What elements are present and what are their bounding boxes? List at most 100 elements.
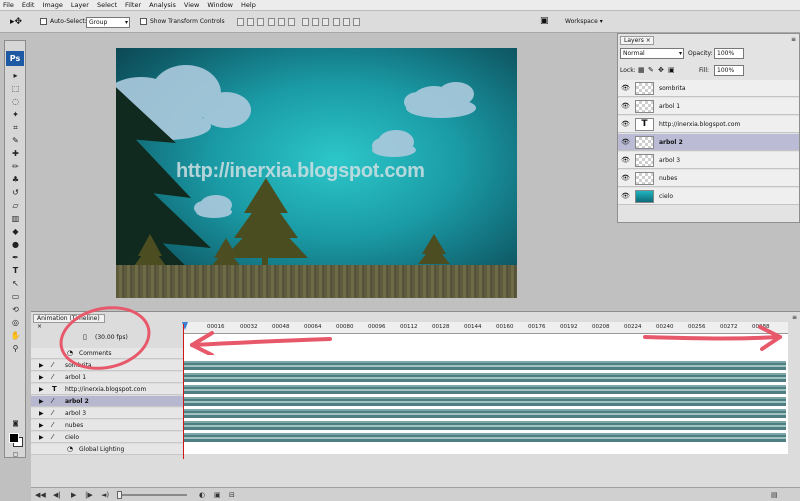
workspace-button[interactable]: Workspace ▾ <box>565 18 603 25</box>
color-swatches[interactable] <box>9 433 23 447</box>
distribute-right-icon[interactable] <box>353 18 360 26</box>
shape-tool-icon[interactable]: ▭ <box>10 292 21 301</box>
expand-arrow-icon[interactable]: ▶ <box>39 386 44 393</box>
eye-icon[interactable]: 👁 <box>621 102 630 110</box>
zoom-slider-thumb[interactable] <box>117 491 122 499</box>
hand-tool-icon[interactable]: ✋ <box>10 331 21 340</box>
brush-tool-icon[interactable]: ✏ <box>10 162 21 171</box>
timeline-layer-row[interactable]: ▶ ⁄ arbol 1 <box>31 372 183 383</box>
distribute-top-icon[interactable] <box>302 18 309 26</box>
menu-select[interactable]: Select <box>97 1 117 9</box>
first-frame-icon[interactable]: ◀◀ <box>35 491 46 499</box>
3d-rotate-tool-icon[interactable]: ⟲ <box>10 305 21 314</box>
auto-select-checkbox[interactable] <box>40 18 47 25</box>
blur-tool-icon[interactable]: ◆ <box>10 227 21 236</box>
show-transform-checkbox[interactable] <box>140 18 147 25</box>
timeline-layer-row-selected[interactable]: ▶ ⁄ arbol 2 <box>31 396 183 407</box>
expand-arrow-icon[interactable]: ▶ <box>39 398 44 405</box>
align-left-icon[interactable] <box>268 18 275 26</box>
distribute-bottom-icon[interactable] <box>322 18 329 26</box>
clone-stamp-tool-icon[interactable]: ♣ <box>10 175 21 184</box>
eye-icon[interactable]: 👁 <box>621 156 630 164</box>
distribute-hcenter-icon[interactable] <box>343 18 350 26</box>
screen-mode-icon[interactable]: ▢ <box>10 450 21 459</box>
expand-arrow-icon[interactable]: ▶ <box>39 410 44 417</box>
lock-position-icon[interactable]: ✥ <box>658 66 664 74</box>
expand-arrow-icon[interactable]: ▶ <box>39 374 44 381</box>
eraser-tool-icon[interactable]: ▱ <box>10 201 21 210</box>
timeline-layer-row[interactable]: ▶ ⁄ arbol 3 <box>31 408 183 419</box>
align-right-icon[interactable] <box>288 18 295 26</box>
timeline-layer-row[interactable]: ▶ T http://inerxia.blogspot.com <box>31 384 183 395</box>
layer-duration-bar[interactable] <box>183 433 786 442</box>
eye-icon[interactable]: 👁 <box>621 174 630 182</box>
stopwatch-icon[interactable]: ◔ <box>67 445 73 453</box>
magic-wand-tool-icon[interactable]: ✦ <box>10 110 21 119</box>
layer-row[interactable]: 👁 arbol 3 <box>618 152 799 169</box>
menu-filter[interactable]: Filter <box>125 1 141 9</box>
expand-arrow-icon[interactable]: ▶ <box>39 434 44 441</box>
next-frame-icon[interactable]: |▶ <box>85 491 93 499</box>
path-selection-tool-icon[interactable]: ↖ <box>10 279 21 288</box>
layer-row[interactable]: 👁 nubes <box>618 170 799 187</box>
move-tool-preset-icon[interactable]: ▸✥ <box>10 17 24 27</box>
blend-mode-dropdown[interactable]: Normal ▾ <box>620 48 684 59</box>
menu-layer[interactable]: Layer <box>71 1 89 9</box>
expand-arrow-icon[interactable]: ▶ <box>39 422 44 429</box>
panel-menu-icon[interactable]: ≡ <box>792 314 797 321</box>
timeline-layer-row[interactable]: ▶ ⁄ cielo <box>31 432 183 443</box>
layer-duration-bar[interactable] <box>183 385 786 394</box>
zoom-slider-track[interactable] <box>117 494 187 496</box>
opacity-input[interactable]: 100% <box>714 48 744 59</box>
previous-frame-icon[interactable]: ◀| <box>53 491 61 499</box>
eye-icon[interactable]: 👁 <box>621 192 630 200</box>
eye-icon[interactable]: 👁 <box>621 120 630 128</box>
layer-duration-bar[interactable] <box>183 421 786 430</box>
lock-all-icon[interactable]: ▣ <box>668 66 675 74</box>
eyedropper-tool-icon[interactable]: ✎ <box>10 136 21 145</box>
foreground-color-swatch[interactable] <box>9 433 19 443</box>
layer-row[interactable]: 👁 arbol 1 <box>618 98 799 115</box>
layer-duration-bar[interactable] <box>183 409 786 418</box>
menu-image[interactable]: Image <box>42 1 62 9</box>
layer-row[interactable]: 👁 cielo <box>618 188 799 205</box>
zoom-tool-icon[interactable]: ⚲ <box>10 344 21 353</box>
distribute-vcenter-icon[interactable] <box>312 18 319 26</box>
eye-icon[interactable]: 👁 <box>621 138 630 146</box>
menu-file[interactable]: File <box>3 1 14 9</box>
menu-help[interactable]: Help <box>241 1 256 9</box>
move-tool-icon[interactable]: ▸ <box>10 71 21 80</box>
layers-tab[interactable]: Layers × <box>620 36 654 45</box>
align-top-icon[interactable] <box>237 18 244 26</box>
align-bottom-icon[interactable] <box>257 18 264 26</box>
crop-tool-icon[interactable]: ⌗ <box>10 123 21 132</box>
lock-transparency-icon[interactable]: ▦ <box>638 66 645 74</box>
auto-select-dropdown[interactable]: Group ▾ <box>86 17 130 28</box>
timeline-layer-row[interactable]: ▶ ⁄ nubes <box>31 420 183 431</box>
onion-skin-icon[interactable]: ◐ <box>199 491 205 499</box>
align-hcenter-icon[interactable] <box>278 18 285 26</box>
menu-window[interactable]: Window <box>207 1 233 9</box>
menu-view[interactable]: View <box>184 1 199 9</box>
layer-duration-bar[interactable] <box>183 397 786 406</box>
workspace-icon[interactable]: ▣ <box>540 16 549 26</box>
fill-input[interactable]: 100% <box>714 65 744 76</box>
3d-orbit-tool-icon[interactable]: ◎ <box>10 318 21 327</box>
lasso-tool-icon[interactable]: ◌ <box>10 97 21 106</box>
eye-icon[interactable]: 👁 <box>621 84 630 92</box>
type-tool-icon[interactable]: T <box>10 266 21 275</box>
global-lighting-row[interactable]: ◔ Global Lighting <box>31 444 183 455</box>
pen-tool-icon[interactable]: ✒ <box>10 253 21 262</box>
convert-to-frames-icon[interactable]: ⊟ <box>229 491 235 499</box>
layer-row[interactable]: 👁 T http://inerxia.blogspot.com <box>618 116 799 133</box>
dodge-tool-icon[interactable]: ● <box>10 240 21 249</box>
panel-menu-icon[interactable]: ≡ <box>791 36 796 43</box>
play-icon[interactable]: ▶ <box>71 491 76 499</box>
marquee-tool-icon[interactable]: ⬚ <box>10 84 21 93</box>
healing-brush-tool-icon[interactable]: ✚ <box>10 149 21 158</box>
history-brush-tool-icon[interactable]: ↺ <box>10 188 21 197</box>
distribute-left-icon[interactable] <box>333 18 340 26</box>
lock-image-icon[interactable]: ✎ <box>648 66 654 74</box>
audio-icon[interactable]: ◄) <box>101 491 109 499</box>
layer-duration-bar[interactable] <box>183 373 786 382</box>
